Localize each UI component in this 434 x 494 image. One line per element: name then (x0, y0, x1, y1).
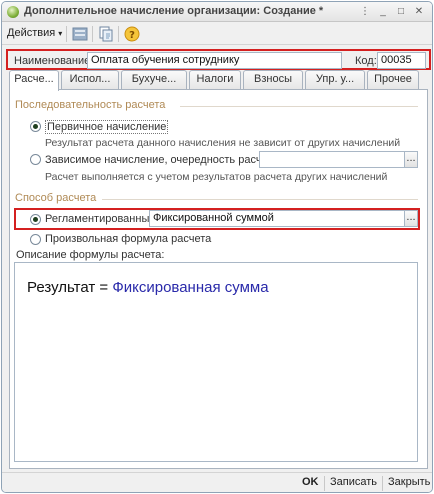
formula-text: Результат = Фиксированная сумма (27, 279, 269, 296)
tab-accounting[interactable]: Бухуче... (121, 70, 187, 89)
maximize-button[interactable]: □ (394, 5, 408, 18)
bottom-button-bar: OK Записать Закрыть (2, 472, 432, 492)
toolbar-separator (92, 26, 93, 42)
formula-description-box[interactable]: Результат = Фиксированная сумма (14, 262, 418, 462)
save-button[interactable]: Записать (330, 476, 377, 488)
dependent-accrual-radio[interactable] (30, 154, 41, 165)
toolbar-separator (118, 26, 119, 42)
code-input[interactable]: 00035 (377, 52, 426, 69)
tab-management[interactable]: Упр. у... (305, 70, 365, 89)
copy-icon[interactable] (98, 26, 114, 42)
name-input[interactable]: Оплата обучения сотруднику (87, 52, 342, 69)
sequence-section-title: Последовательность расчета (15, 99, 166, 111)
dependent-accrual-hint: Расчет выполняется с учетом результатов … (45, 171, 388, 183)
tree-structure-icon[interactable] (72, 26, 88, 42)
tab-contributions[interactable]: Взносы (243, 70, 303, 89)
section-divider (180, 106, 418, 107)
primary-accrual-radio[interactable] (30, 121, 41, 132)
dialog-window: Дополнительное начисление организации: С… (1, 1, 433, 493)
bottom-separator (382, 476, 383, 491)
regulated-radio[interactable] (30, 214, 41, 225)
primary-accrual-hint: Результат расчета данного начисления не … (45, 137, 401, 149)
dependent-accrual-label[interactable]: Зависимое начисление, очередность расчет… (45, 154, 281, 166)
toolbar-separator (66, 26, 67, 42)
app-icon (7, 6, 19, 18)
formula-description-label: Описание формулы расчета: (16, 249, 165, 261)
close-button[interactable]: Закрыть (388, 476, 430, 488)
minimize-button[interactable]: _ (376, 5, 390, 18)
toolbar: Действия ▾ ? (2, 23, 432, 45)
regulated-method-input[interactable]: Фиксированной суммой (149, 210, 405, 227)
window-title: Дополнительное начисление организации: С… (24, 5, 324, 17)
dropdown-arrow-icon: ▾ (58, 29, 63, 38)
tab-other[interactable]: Прочее (367, 70, 419, 89)
formula-result-word: Результат (27, 279, 96, 296)
close-window-button[interactable]: ✕ (412, 5, 426, 18)
actions-label: Действия (7, 27, 56, 39)
actions-menu[interactable]: Действия ▾ (7, 27, 62, 39)
section-divider (102, 199, 418, 200)
tab-usage[interactable]: Испол... (61, 70, 119, 89)
ok-button[interactable]: OK (302, 476, 319, 488)
custom-formula-radio[interactable] (30, 234, 41, 245)
method-section-title: Способ расчета (15, 192, 97, 204)
title-bar: Дополнительное начисление организации: С… (2, 2, 432, 22)
pin-icon[interactable]: ⋮ (358, 5, 372, 18)
regulated-method-select-button[interactable]: ... (404, 210, 418, 227)
formula-value: Фиксированная сумма (112, 279, 269, 296)
help-icon[interactable]: ? (124, 26, 140, 42)
tab-taxes[interactable]: Налоги (189, 70, 241, 89)
tab-calculation[interactable]: Расче... (9, 70, 59, 91)
calculation-order-select-button[interactable]: ... (404, 151, 418, 168)
primary-accrual-label[interactable]: Первичное начисление (45, 120, 169, 134)
custom-formula-label[interactable]: Произвольная формула расчета (45, 233, 211, 245)
svg-text:?: ? (129, 30, 135, 41)
name-label: Наименование: (14, 55, 94, 67)
code-label: Код: (355, 55, 377, 67)
regulated-label[interactable]: Регламентированный: (45, 213, 159, 225)
calculation-order-input[interactable] (259, 151, 405, 168)
bottom-separator (324, 476, 325, 491)
formula-operator: = (99, 279, 109, 296)
